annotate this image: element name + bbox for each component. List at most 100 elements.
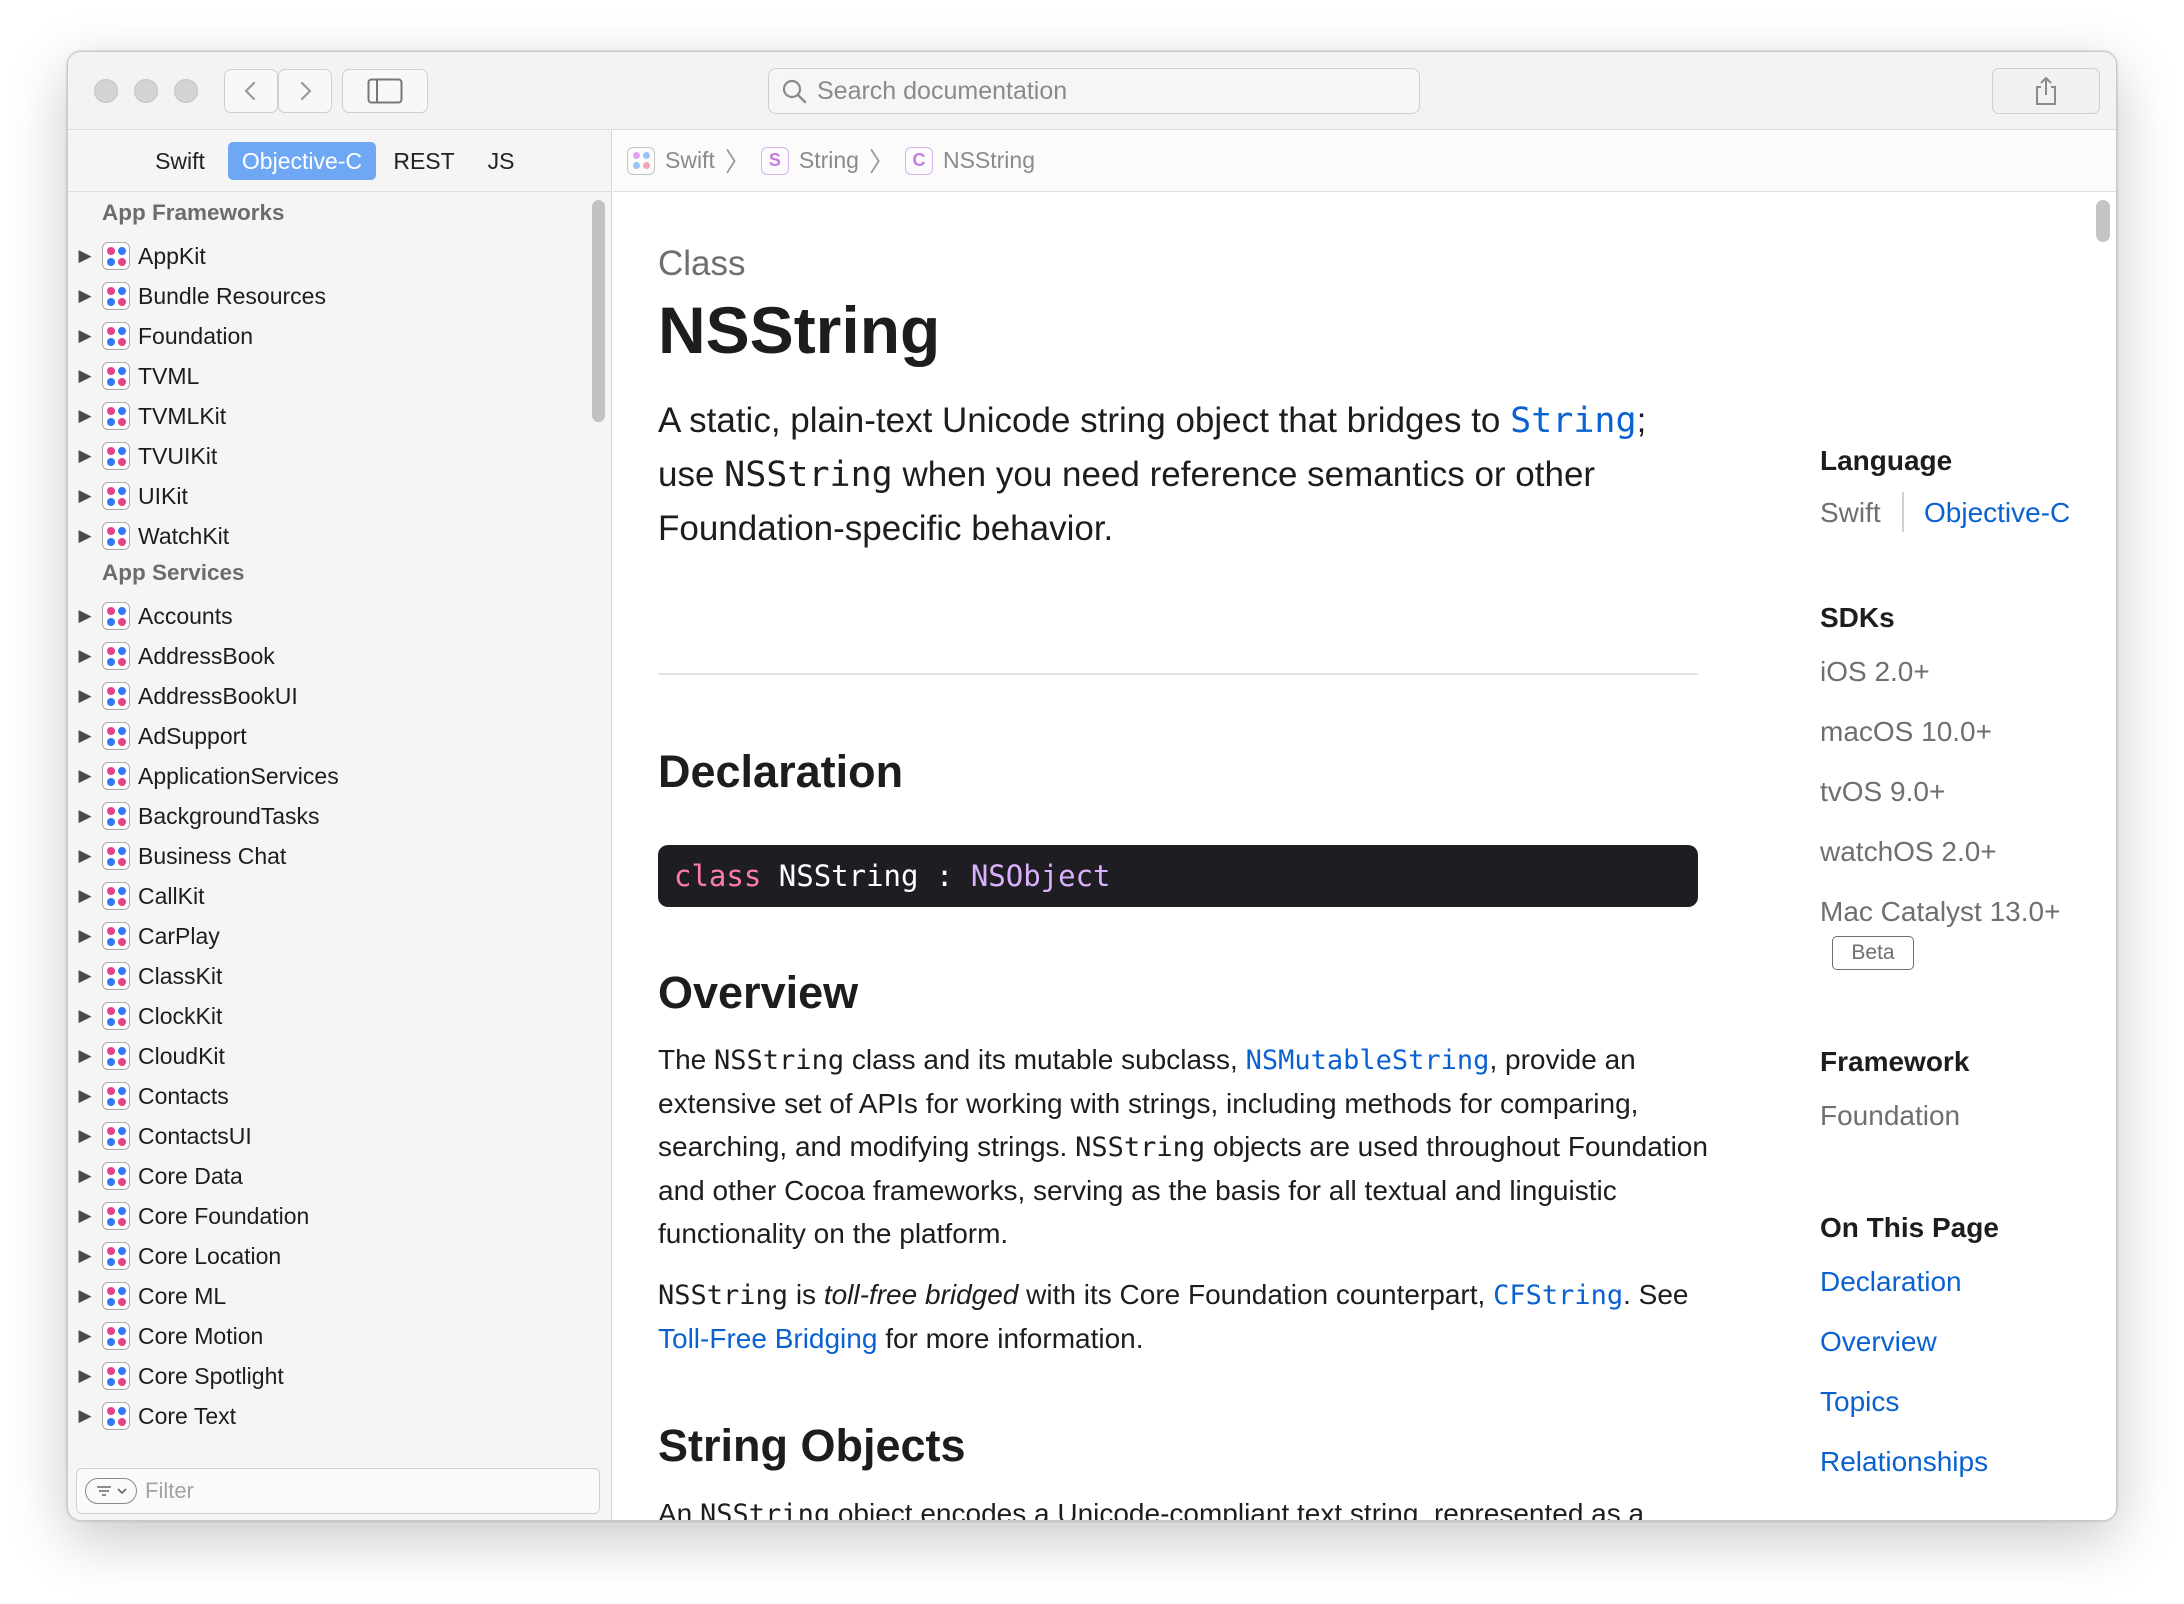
cfstring-link[interactable]: CFString	[1493, 1280, 1623, 1311]
on-this-page-topics-link[interactable]: Topics	[1820, 1386, 1899, 1418]
chevron-right-icon	[300, 81, 312, 101]
sidebar-item[interactable]: ▶ Business Chat	[76, 836, 576, 876]
disclosure-triangle-icon[interactable]: ▶	[76, 1206, 94, 1226]
close-window-button[interactable]	[94, 79, 118, 103]
breadcrumb-item-nsstring[interactable]: C NSString	[904, 146, 1035, 175]
sidebar-item[interactable]: ▶ BackgroundTasks	[76, 796, 576, 836]
disclosure-triangle-icon[interactable]: ▶	[76, 886, 94, 906]
sidebar-item[interactable]: ▶ Foundation	[76, 316, 576, 356]
sidebar-item[interactable]: ▶ UIKit	[76, 476, 576, 516]
sidebar-item[interactable]: ▶ AddressBook	[76, 636, 576, 676]
toll-free-bridging-link[interactable]: Toll-Free Bridging	[658, 1323, 877, 1354]
sidebar-item[interactable]: ▶ Core Motion	[76, 1316, 576, 1356]
sidebar-scrollbar[interactable]	[592, 200, 605, 422]
sidebar-item[interactable]: ▶ AddressBookUI	[76, 676, 576, 716]
sidebar-item[interactable]: ▶ ClassKit	[76, 956, 576, 996]
sidebar-item[interactable]: ▶ AppKit	[76, 236, 576, 276]
para-emphasis: toll-free bridged	[823, 1279, 1019, 1310]
share-button[interactable]	[1992, 68, 2100, 114]
sidebar-item[interactable]: ▶ TVUIKit	[76, 436, 576, 476]
language-swift-link[interactable]: Swift	[1820, 497, 1881, 529]
para-text: class and its mutable subclass,	[844, 1044, 1246, 1075]
nsmutablestring-link[interactable]: NSMutableString	[1246, 1045, 1490, 1076]
disclosure-triangle-icon[interactable]: ▶	[76, 806, 94, 826]
disclosure-triangle-icon[interactable]: ▶	[76, 846, 94, 866]
tab-swift[interactable]: Swift	[144, 142, 216, 180]
disclosure-triangle-icon[interactable]: ▶	[76, 246, 94, 266]
disclosure-triangle-icon[interactable]: ▶	[76, 766, 94, 786]
sidebar-item[interactable]: ▶ Bundle Resources	[76, 276, 576, 316]
breadcrumb-item-string[interactable]: S String	[760, 146, 859, 175]
content-scrollbar[interactable]	[2096, 200, 2110, 242]
disclosure-triangle-icon[interactable]: ▶	[76, 1286, 94, 1306]
disclosure-triangle-icon[interactable]: ▶	[76, 326, 94, 346]
minimize-window-button[interactable]	[134, 79, 158, 103]
abstract: A static, plain-text Unicode string obje…	[658, 394, 1708, 556]
sidebar-item[interactable]: ▶ ContactsUI	[76, 1116, 576, 1156]
tab-rest[interactable]: REST	[388, 142, 460, 180]
sidebar-item[interactable]: ▶ AdSupport	[76, 716, 576, 756]
disclosure-triangle-icon[interactable]: ▶	[76, 1246, 94, 1266]
disclosure-triangle-icon[interactable]: ▶	[76, 1046, 94, 1066]
disclosure-triangle-icon[interactable]: ▶	[76, 966, 94, 986]
sidebar-item[interactable]: ▶ WatchKit	[76, 516, 576, 556]
disclosure-triangle-icon[interactable]: ▶	[76, 446, 94, 466]
sidebar-item[interactable]: ▶ ClockKit	[76, 996, 576, 1036]
on-this-page-declaration-link[interactable]: Declaration	[1820, 1266, 1962, 1298]
disclosure-triangle-icon[interactable]: ▶	[76, 1126, 94, 1146]
string-link[interactable]: String	[1510, 401, 1636, 441]
filter-options-icon[interactable]	[85, 1478, 137, 1504]
disclosure-triangle-icon[interactable]: ▶	[76, 486, 94, 506]
sidebar-item[interactable]: ▶ Core Spotlight	[76, 1356, 576, 1396]
language-objective-c[interactable]: Objective-C	[1924, 497, 2070, 529]
code-superclass-link[interactable]: NSObject	[971, 859, 1111, 893]
framework-icon	[102, 1002, 130, 1030]
disclosure-triangle-icon[interactable]: ▶	[76, 406, 94, 426]
disclosure-triangle-icon[interactable]: ▶	[76, 726, 94, 746]
sidebar-item[interactable]: ▶ Accounts	[76, 596, 576, 636]
on-this-page-overview-link[interactable]: Overview	[1820, 1326, 1937, 1358]
disclosure-triangle-icon[interactable]: ▶	[76, 606, 94, 626]
disclosure-triangle-icon[interactable]: ▶	[76, 686, 94, 706]
search-input[interactable]	[817, 76, 1377, 106]
disclosure-triangle-icon[interactable]: ▶	[76, 366, 94, 386]
framework-icon	[102, 1282, 130, 1310]
sidebar-item[interactable]: ▶ Contacts	[76, 1076, 576, 1116]
sidebar-item[interactable]: ▶ ApplicationServices	[76, 756, 576, 796]
sidebar-toggle-button[interactable]	[342, 69, 428, 113]
disclosure-triangle-icon[interactable]: ▶	[76, 526, 94, 546]
sidebar-item[interactable]: ▶ TVML	[76, 356, 576, 396]
sidebar-item[interactable]: ▶ Core Text	[76, 1396, 576, 1432]
search-field[interactable]	[768, 68, 1420, 114]
filter-field[interactable]	[76, 1468, 600, 1514]
sidebar-item[interactable]: ▶ Core Location	[76, 1236, 576, 1276]
sidebar-item[interactable]: ▶ Core Data	[76, 1156, 576, 1196]
sidebar-item[interactable]: ▶ Core Foundation	[76, 1196, 576, 1236]
sidebar-item[interactable]: ▶ CallKit	[76, 876, 576, 916]
chevron-left-icon	[244, 81, 256, 101]
disclosure-triangle-icon[interactable]: ▶	[76, 1006, 94, 1026]
forward-button[interactable]	[278, 69, 332, 113]
zoom-window-button[interactable]	[174, 79, 198, 103]
disclosure-triangle-icon[interactable]: ▶	[76, 286, 94, 306]
tab-js[interactable]: JS	[478, 142, 524, 180]
on-this-page-relationships-link[interactable]: Relationships	[1820, 1446, 1988, 1478]
sidebar-item[interactable]: ▶ TVMLKit	[76, 396, 576, 436]
disclosure-triangle-icon[interactable]: ▶	[76, 1326, 94, 1346]
framework-icon	[102, 802, 130, 830]
filter-input[interactable]	[145, 1478, 545, 1504]
sidebar-item[interactable]: ▶ CloudKit	[76, 1036, 576, 1076]
framework-icon	[102, 442, 130, 470]
disclosure-triangle-icon[interactable]: ▶	[76, 646, 94, 666]
breadcrumb-item-swift[interactable]: Swift	[627, 146, 715, 175]
disclosure-triangle-icon[interactable]: ▶	[76, 1086, 94, 1106]
tab-objective-c[interactable]: Objective-C	[228, 142, 376, 180]
disclosure-triangle-icon[interactable]: ▶	[76, 1406, 94, 1426]
disclosure-triangle-icon[interactable]: ▶	[76, 1366, 94, 1386]
disclosure-triangle-icon[interactable]: ▶	[76, 1166, 94, 1186]
back-button[interactable]	[224, 69, 278, 113]
framework-value: Foundation	[1820, 1100, 1961, 1131]
sidebar-item[interactable]: ▶ Core ML	[76, 1276, 576, 1316]
disclosure-triangle-icon[interactable]: ▶	[76, 926, 94, 946]
sidebar-item[interactable]: ▶ CarPlay	[76, 916, 576, 956]
